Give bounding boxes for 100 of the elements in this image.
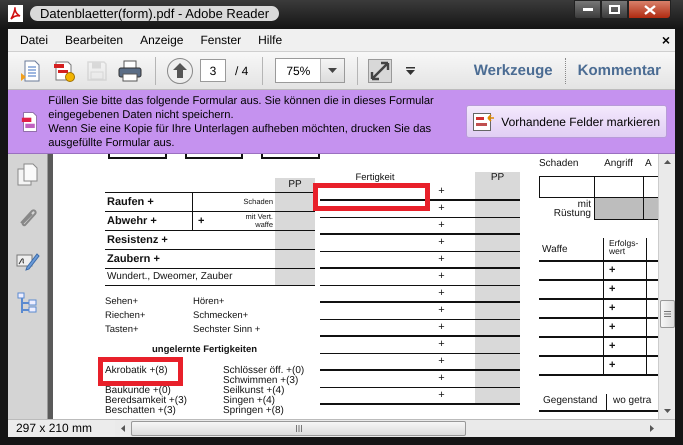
menu-item[interactable]: Anzeige bbox=[134, 33, 190, 47]
column-header: PP bbox=[475, 172, 520, 184]
column-header: Gegenstand bbox=[542, 394, 598, 408]
overflow-menu-icon[interactable] bbox=[406, 66, 416, 74]
close-document-button[interactable]: × bbox=[662, 32, 670, 48]
column-header: Erfolgs-wert bbox=[603, 238, 641, 260]
app-logo-icon bbox=[8, 5, 23, 22]
caret-icon bbox=[328, 68, 338, 73]
skill-entry: Beredsamkeit +(3) bbox=[105, 395, 187, 406]
pp-cell bbox=[475, 235, 520, 252]
expand-arrows-icon[interactable] bbox=[368, 58, 392, 82]
skill-entry: Singen +(4) bbox=[223, 395, 275, 406]
vertical-scrollbar[interactable] bbox=[658, 154, 675, 419]
pp-cell bbox=[475, 252, 520, 269]
form-document-icon bbox=[21, 110, 38, 134]
pp-cell bbox=[475, 303, 520, 320]
maximize-icon bbox=[609, 5, 620, 14]
plus-sign: + bbox=[603, 319, 646, 336]
close-icon bbox=[644, 4, 656, 14]
printer-icon bbox=[117, 58, 143, 82]
menu-item[interactable]: Fenster bbox=[194, 33, 248, 47]
previous-page-icon[interactable] bbox=[166, 56, 194, 84]
highlight-fields-button[interactable]: Vorhandene Felder markieren bbox=[466, 105, 667, 138]
scroll-right-icon[interactable] bbox=[650, 425, 654, 432]
page-total: / 4 bbox=[235, 64, 248, 78]
menu-item[interactable]: Bearbeiten bbox=[59, 33, 130, 47]
skill-entry: Schlösser öff. +(0) bbox=[223, 365, 304, 376]
plus-sign: + bbox=[603, 357, 646, 374]
sense-label: Hören+ bbox=[193, 296, 226, 307]
sense-label: Sechster Sinn + bbox=[193, 324, 262, 335]
scroll-thumb[interactable] bbox=[660, 300, 675, 328]
skill-label: Zaubern + bbox=[106, 252, 161, 267]
plus-sign: + bbox=[603, 300, 646, 317]
form-box bbox=[261, 154, 320, 159]
menu-item[interactable]: Hilfe bbox=[252, 33, 288, 47]
skill-entry: Baukunde +(0) bbox=[105, 385, 171, 396]
scroll-up-icon[interactable] bbox=[664, 160, 670, 164]
close-button[interactable] bbox=[628, 0, 671, 19]
sense-label: Riechen+ bbox=[105, 310, 146, 321]
column-header: Schaden bbox=[539, 158, 580, 171]
plus-sign: + bbox=[603, 262, 646, 279]
skill-label: Raufen + bbox=[105, 193, 193, 211]
form-gear-icon bbox=[52, 58, 76, 82]
form-box bbox=[184, 154, 244, 159]
zoom-dropdown[interactable]: 75% bbox=[275, 58, 346, 83]
pages-icon[interactable] bbox=[16, 163, 38, 187]
pp-cell bbox=[475, 337, 520, 354]
column-header: PP bbox=[275, 178, 315, 192]
skill-label: Abwehr + bbox=[105, 212, 193, 230]
pp-cell bbox=[475, 269, 520, 286]
form-box[interactable] bbox=[594, 176, 643, 198]
menu-item[interactable]: Datei bbox=[14, 33, 54, 47]
scroll-left-icon[interactable] bbox=[121, 425, 125, 432]
pp-cell bbox=[475, 388, 520, 405]
row-label: mit Rüstung bbox=[552, 198, 592, 220]
form-notice-text: Wenn Sie eine Kopie für Ihre Unterlagen aufheben möchten, drucken Sie das ausgefüllte Formular aus. bbox=[48, 122, 432, 150]
scroll-down-icon[interactable] bbox=[664, 409, 670, 413]
sense-label: Tasten+ bbox=[105, 324, 140, 335]
form-notice-text: Füllen Sie bitte das folgende Formular aus. Sie können die in dieses Formular eingegebenen Daten nicht speichern. bbox=[48, 94, 435, 122]
panel-tab[interactable]: Werkzeuge bbox=[468, 62, 559, 79]
plus-sign: + bbox=[603, 281, 646, 298]
pp-cell bbox=[475, 286, 520, 303]
sense-label: Schmecken+ bbox=[193, 310, 250, 321]
skill-entry: Schwimmen +(3) bbox=[223, 375, 298, 386]
pp-cell bbox=[275, 269, 315, 285]
column-header: A bbox=[644, 158, 653, 171]
form-box[interactable] bbox=[539, 176, 594, 198]
minimize-button[interactable] bbox=[574, 0, 601, 19]
pp-cell bbox=[475, 354, 520, 371]
scroll-thumb[interactable] bbox=[131, 421, 466, 436]
skill-entry: Akrobatik +(8) bbox=[105, 365, 168, 376]
shaded-cell bbox=[594, 198, 643, 220]
skill-entry: Seilkunst +(4) bbox=[223, 385, 284, 396]
minimize-icon bbox=[582, 8, 592, 12]
column-header: Waffe bbox=[541, 244, 569, 254]
page-size-label: 297 x 210 mm bbox=[15, 420, 94, 437]
pp-cell bbox=[475, 371, 520, 388]
tree-structure-icon[interactable] bbox=[16, 292, 38, 316]
skill-entry: Springen +(8) bbox=[223, 405, 284, 416]
form-fields-icon bbox=[473, 112, 496, 130]
maximize-button[interactable] bbox=[601, 0, 628, 19]
sense-label: Sehen+ bbox=[105, 296, 140, 307]
pp-cell bbox=[475, 201, 520, 218]
skill-entry: Beschatten +(3) bbox=[105, 405, 176, 416]
column-header: Angriff bbox=[603, 158, 634, 171]
plus-sign: + bbox=[198, 215, 204, 227]
pp-cell bbox=[275, 231, 315, 249]
form-box bbox=[108, 154, 167, 159]
pp-cell bbox=[275, 212, 315, 230]
plus-sign: + bbox=[603, 338, 646, 355]
window-title: Datenblaetter(form).pdf - Adobe Reader bbox=[30, 6, 280, 21]
panel-tab[interactable]: Kommentar bbox=[572, 62, 667, 79]
section-heading: ungelernte Fertigkeiten bbox=[152, 344, 258, 355]
skill-label: Resistenz + bbox=[106, 233, 169, 248]
pp-cell bbox=[275, 250, 315, 268]
skill-label: Wundert., Dweomer, Zauber bbox=[106, 270, 234, 284]
pp-cell bbox=[475, 184, 520, 201]
column-header: Fertigkeit bbox=[354, 172, 396, 184]
page-number-field[interactable]: 3 bbox=[200, 59, 226, 82]
pp-cell bbox=[275, 193, 315, 211]
